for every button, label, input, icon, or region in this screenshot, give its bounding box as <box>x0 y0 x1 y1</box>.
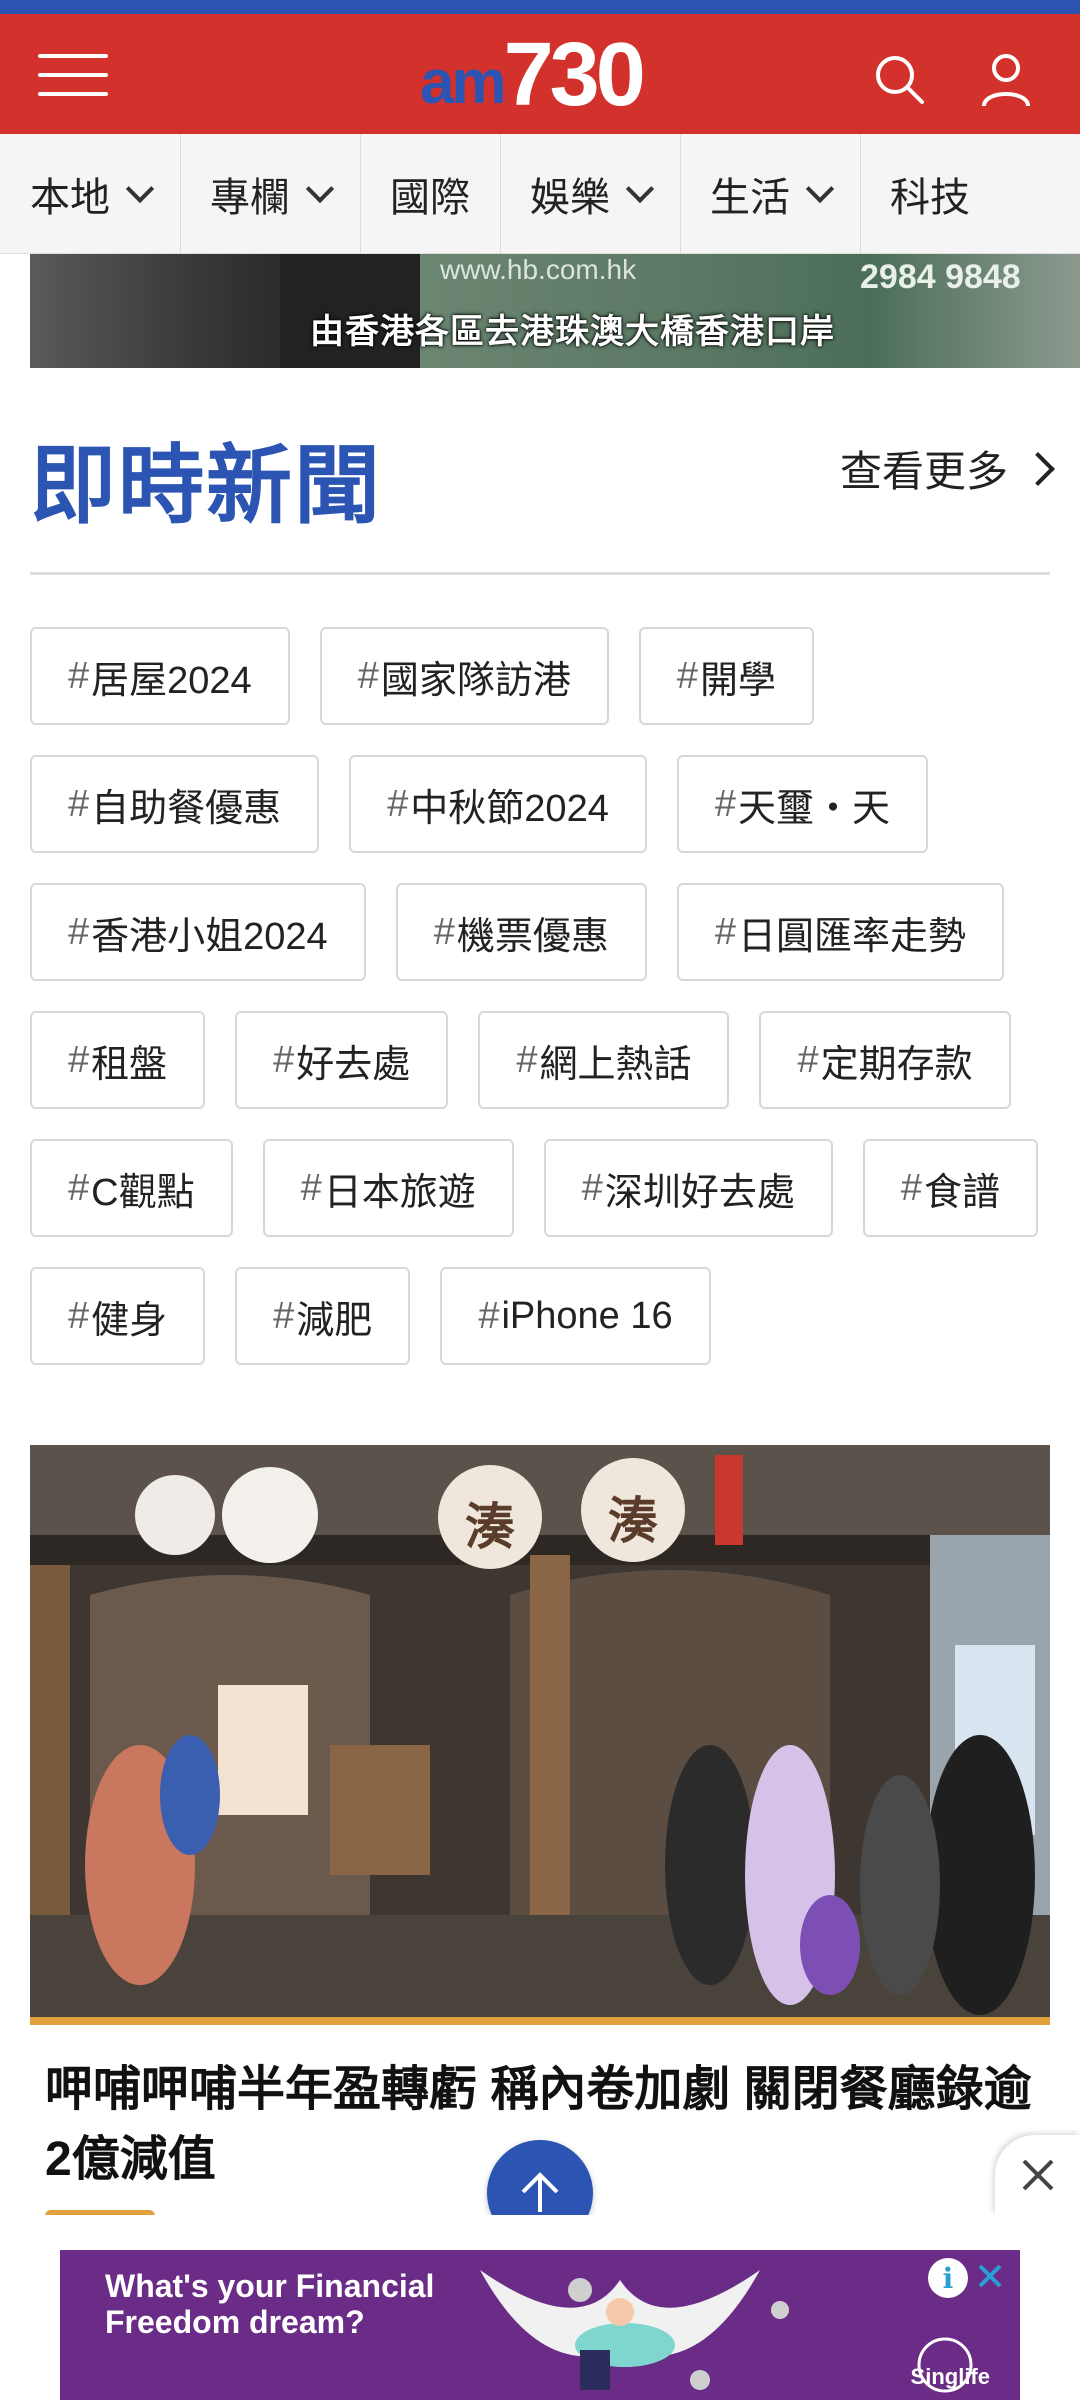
page: am 730 本地 專欄 國際 娛樂 生活 科技 www.hb.com.hk 2… <box>0 0 1080 2400</box>
banner-url-text: www.hb.com.hk <box>440 254 637 285</box>
search-icon[interactable] <box>870 50 930 110</box>
nav-item-entertainment[interactable]: 娛樂 <box>500 134 680 253</box>
hashtag-chip[interactable]: # 食譜 <box>862 1139 1039 1237</box>
hashtag-chip[interactable]: # 天璽・天 <box>676 755 928 853</box>
ad-brand: Singlife <box>910 2364 990 2389</box>
hashtag-chip[interactable]: # C觀點 <box>30 1139 233 1237</box>
hashtag-chip[interactable]: # 居屋2024 <box>30 627 290 725</box>
close-icon <box>1022 2159 1053 2191</box>
hashtag-label: 日圓匯率走勢 <box>737 915 966 958</box>
hashtag-chip[interactable]: # 租盤 <box>30 1011 206 1109</box>
hashtag-chip[interactable]: # 開學 <box>638 627 814 725</box>
nav-item-lifestyle[interactable]: 生活 <box>680 134 860 253</box>
nav-item-local[interactable]: 本地 <box>0 134 180 253</box>
ad-dismiss-icon[interactable] <box>970 2256 1010 2296</box>
hashtag-chip[interactable]: # 定期存款 <box>759 1011 1011 1109</box>
banner-image[interactable]: www.hb.com.hk 2984 9848 由香港各區去港珠澳大橋香港口岸 <box>30 254 1080 368</box>
hashtag-chip[interactable]: # 網上熱話 <box>478 1011 730 1109</box>
info-icon[interactable]: i <box>928 2258 968 2298</box>
hashtag-label: 天璽・天 <box>737 787 890 830</box>
arrow-up-icon <box>521 2172 559 2212</box>
section-divider <box>30 572 1050 575</box>
top-accent-strip <box>0 0 1080 14</box>
nav-item-label: 國際 <box>390 175 470 220</box>
nav-item-label: 生活 <box>710 175 790 220</box>
banner-phone-text: 2984 9848 <box>860 258 1021 296</box>
hashtag-chip[interactable]: # 國家隊訪港 <box>319 627 609 725</box>
hashtag-label: 自助餐優惠 <box>91 787 282 830</box>
section-title: 即時新聞 <box>30 438 382 534</box>
chevron-down-icon <box>805 174 835 203</box>
hashtag-label: 租盤 <box>91 1043 168 1086</box>
hashtag-list: # 居屋2024 # 國家隊訪港 # 開學 # 自助餐優惠 # 中秋節2024 # 天璽・天… <box>30 627 1060 1365</box>
hashtag-label: 開學 <box>699 659 776 702</box>
chevron-down-icon <box>305 174 335 203</box>
chevron-down-icon <box>125 174 155 203</box>
site-logo[interactable]: am 730 <box>420 25 646 125</box>
category-nav: 本地 專欄 國際 娛樂 生活 科技 <box>0 134 1080 254</box>
nav-item-label: 科技 <box>890 175 970 220</box>
hashtag-label: 好去處 <box>296 1043 411 1086</box>
hashtag-label: 定期存款 <box>820 1043 973 1086</box>
hashtag-chip[interactable]: # 中秋節2024 <box>349 755 647 853</box>
site-header: am 730 <box>0 14 1080 134</box>
user-icon[interactable] <box>976 50 1036 110</box>
hashtag-chip[interactable]: # 香港小姐2024 <box>30 883 366 981</box>
hashtag-label: iPhone 16 <box>501 1294 673 1337</box>
nav-item-label: 專欄 <box>210 175 290 220</box>
hashtag-chip[interactable]: # 機票優惠 <box>395 883 647 981</box>
ad-headline: What's your Financial Freedom dream? <box>105 2268 435 2340</box>
chevron-down-icon <box>625 174 655 203</box>
see-more-link[interactable]: 查看更多 <box>839 438 1055 499</box>
nav-item-international[interactable]: 國際 <box>360 134 500 253</box>
nav-item-label: 娛樂 <box>530 175 610 220</box>
hashtag-chip[interactable]: # 日圓匯率走勢 <box>676 883 1004 981</box>
hashtag-label: 減肥 <box>296 1299 373 1342</box>
hashtag-label: 中秋節2024 <box>410 787 609 830</box>
hashtag-label: 深圳好去處 <box>604 1171 795 1214</box>
hashtag-chip[interactable]: # 深圳好去處 <box>543 1139 833 1237</box>
see-more-label: 查看更多 <box>839 448 1008 495</box>
nav-item-tech[interactable]: 科技 <box>860 134 1000 253</box>
hashtag-label: 網上熱話 <box>539 1043 692 1086</box>
restaurant-photo <box>30 1445 1050 2025</box>
hashtag-label: 食譜 <box>924 1171 1001 1214</box>
sign-char: 湊 <box>608 1493 658 1549</box>
nav-item-label: 本地 <box>30 175 110 220</box>
image-accent-bar <box>30 2017 1050 2025</box>
hashtag-chip[interactable]: # iPhone 16 <box>440 1267 711 1365</box>
hashtag-label: 居屋2024 <box>91 659 252 702</box>
hashtag-chip[interactable]: # 自助餐優惠 <box>30 755 320 853</box>
chevron-right-icon <box>1021 451 1055 486</box>
ad-container: What's your Financial Freedom dream? Sin… <box>0 2215 1080 2400</box>
sign-char: 湊 <box>465 1499 515 1555</box>
ad-banner[interactable]: What's your Financial Freedom dream? Sin… <box>60 2250 1020 2400</box>
nav-item-columns[interactable]: 專欄 <box>180 134 360 253</box>
hashtag-label: 健身 <box>91 1299 168 1342</box>
hashtag-label: 機票優惠 <box>456 915 609 958</box>
hashtag-label: 國家隊訪港 <box>380 659 571 702</box>
logo-am-text: am <box>420 48 507 117</box>
hashtag-label: C觀點 <box>91 1171 195 1214</box>
hashtag-label: 香港小姐2024 <box>91 915 328 958</box>
hashtag-chip[interactable]: # 健身 <box>30 1267 206 1365</box>
hashtag-chip[interactable]: # 減肥 <box>235 1267 411 1365</box>
menu-icon[interactable] <box>38 50 108 100</box>
logo-number-text: 730 <box>503 25 646 125</box>
hashtag-label: 日本旅遊 <box>323 1171 476 1214</box>
article-image[interactable]: 湊 湊 <box>30 1445 1050 2025</box>
hashtag-chip[interactable]: # 好去處 <box>235 1011 449 1109</box>
hashtag-chip[interactable]: # 日本旅遊 <box>262 1139 514 1237</box>
ad-close-button[interactable] <box>995 2135 1080 2215</box>
banner-caption: 由香港各區去港珠澳大橋香港口岸 <box>310 313 835 351</box>
